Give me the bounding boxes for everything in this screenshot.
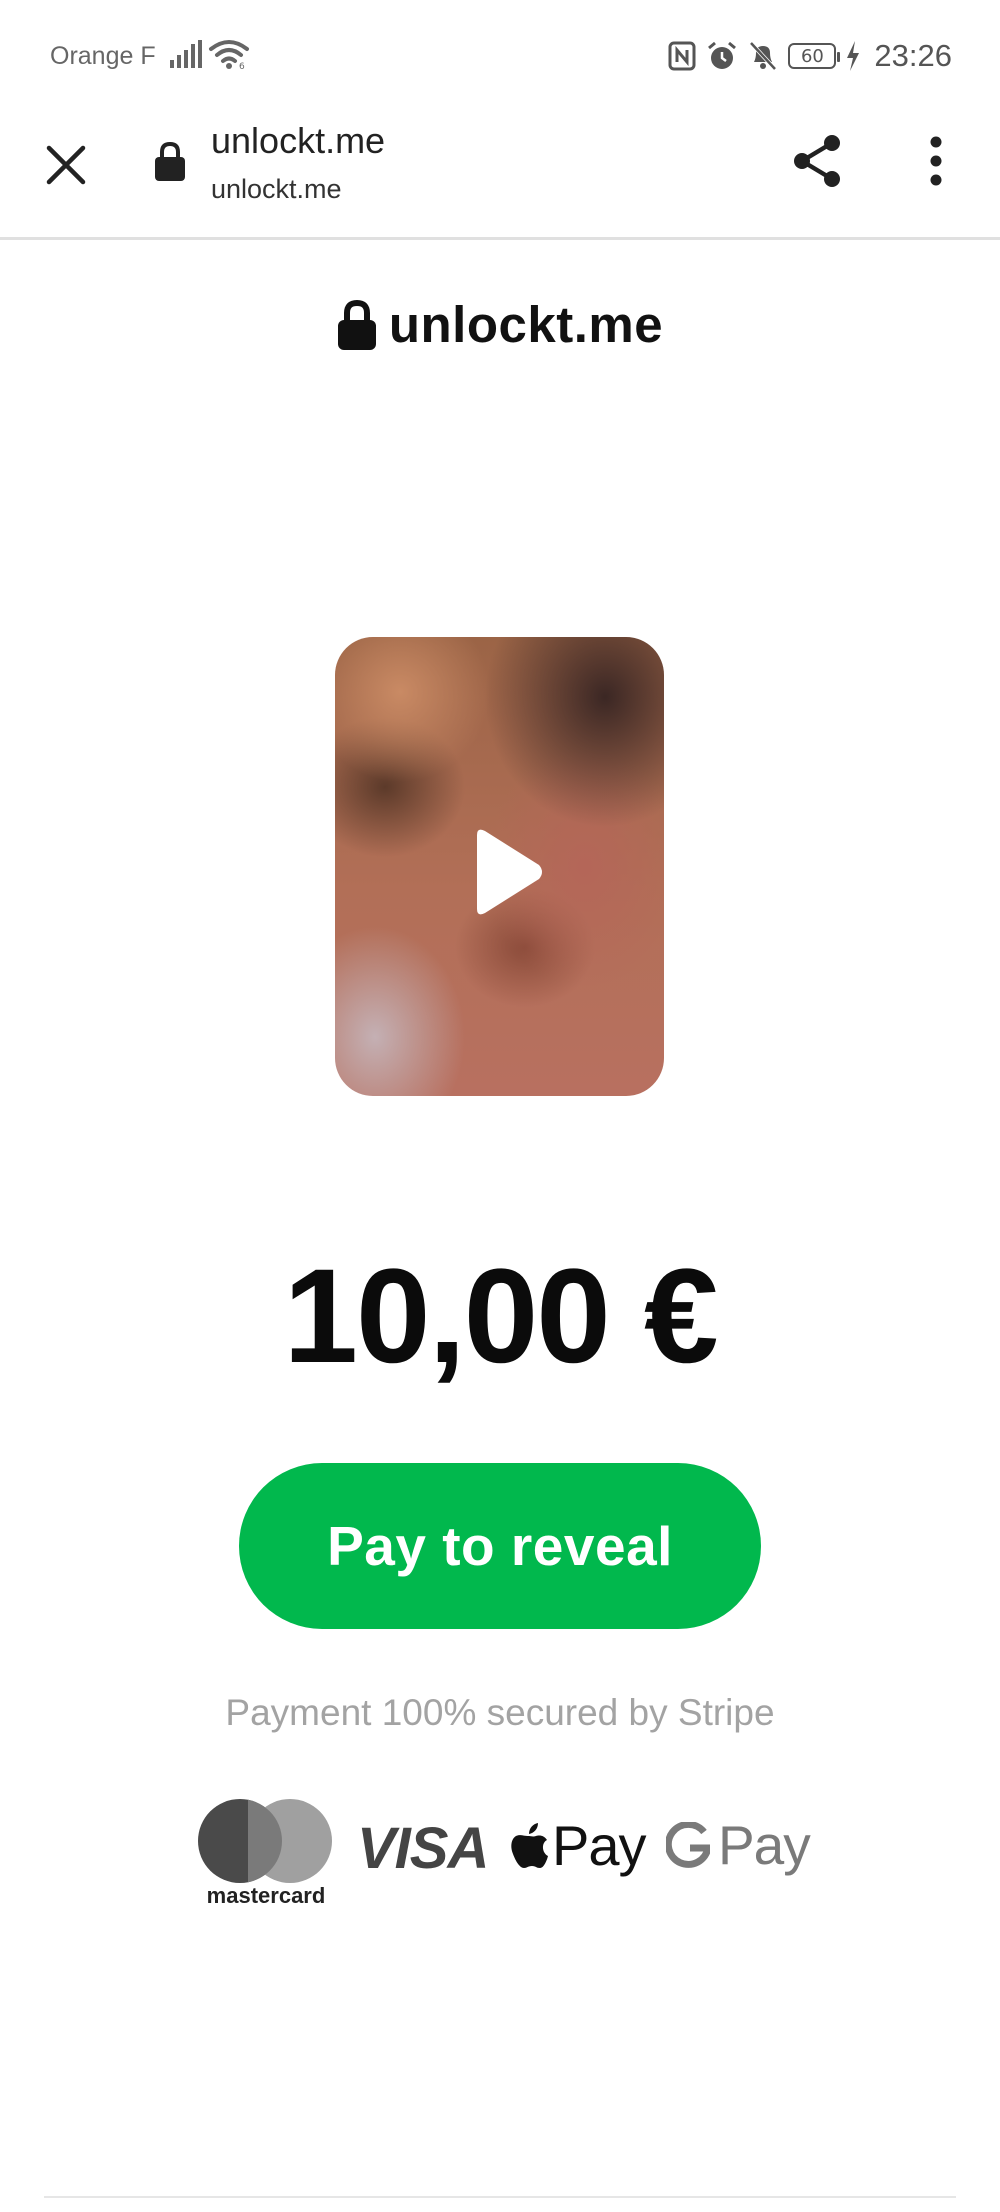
url-text[interactable]: unlockt.me: [211, 174, 342, 205]
lock-icon: [337, 299, 376, 350]
lock-icon: [155, 141, 185, 181]
clock: 23:26: [874, 38, 952, 73]
apple-logo: [511, 1822, 548, 1868]
blurred-video-preview[interactable]: [335, 637, 664, 1096]
share-icon: [794, 135, 840, 187]
charging-icon: [847, 41, 860, 71]
play-button[interactable]: [465, 827, 545, 917]
secure-payment-note: Payment 100% secured by Stripe: [225, 1692, 775, 1733]
mute-bell-icon: [749, 41, 777, 71]
more-options-button[interactable]: [908, 130, 964, 192]
wifi-icon: 6: [209, 40, 249, 70]
more-vert-icon: [930, 136, 942, 186]
brand-header: unlockt.me: [0, 295, 1000, 354]
mastercard-logo: mastercard: [198, 1799, 334, 1908]
mastercard-overlap: [248, 1799, 282, 1883]
alarm-icon: [708, 41, 737, 69]
apple-pay-text: Pay: [552, 1814, 646, 1877]
close-icon: [46, 145, 86, 185]
payment-methods: mastercard VISA Pay Pay: [0, 1795, 1000, 1908]
google-pay-logo: Pay: [666, 1813, 811, 1877]
page-title[interactable]: unlockt.me: [211, 120, 385, 162]
carrier-name: Orange F: [50, 42, 156, 70]
battery-indicator: 60: [788, 43, 841, 69]
play-icon: [477, 829, 542, 915]
google-g-logo: [666, 1822, 710, 1868]
svg-text:6: 6: [239, 62, 245, 70]
close-button[interactable]: [36, 135, 96, 195]
status-bar: Orange F 6 60 23:26: [0, 0, 1000, 110]
divider: [44, 2196, 956, 2198]
status-icons: 60 23:26: [668, 36, 952, 76]
brand-name: unlockt.me: [388, 296, 664, 353]
apple-pay-logo: Pay: [510, 1813, 646, 1878]
price: 10,00 €: [283, 1242, 718, 1391]
google-pay-text: Pay: [718, 1814, 811, 1876]
visa-logo: VISA: [357, 1816, 489, 1881]
nfc-icon: [668, 41, 696, 71]
share-button[interactable]: [786, 130, 848, 192]
browser-toolbar: unlockt.me unlockt.me: [0, 110, 1000, 240]
pay-to-reveal-button[interactable]: Pay to reveal: [239, 1463, 761, 1629]
signal-icon: [170, 40, 202, 68]
mastercard-label: mastercard: [206, 1883, 326, 1908]
